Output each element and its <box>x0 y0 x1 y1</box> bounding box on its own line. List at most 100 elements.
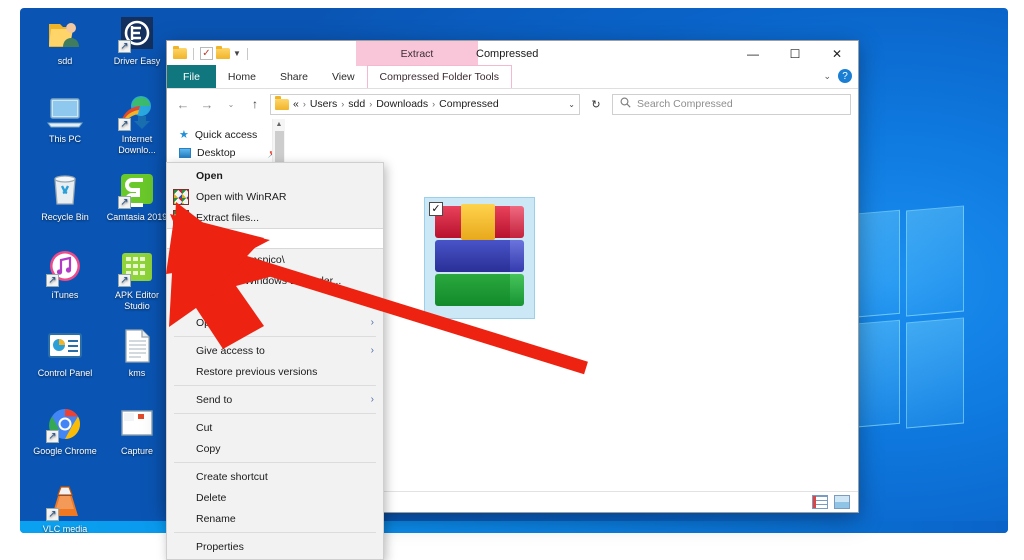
context-menu[interactable]: Open Open with WinRAR Extract files... E… <box>166 162 384 560</box>
menu-item-extract-here[interactable]: Extract Here <box>167 228 383 249</box>
large-icons-view-button[interactable] <box>834 495 850 509</box>
desktop-icon-itunes[interactable]: ↗ iTunes <box>33 249 97 301</box>
menu-item-scan-with-windows-defender[interactable]: Scan with Windows Defender... <box>167 270 383 291</box>
menu-item-open[interactable]: Open <box>167 165 383 186</box>
no-icon <box>173 511 189 527</box>
desktop-icon-label: Driver Easy <box>113 56 161 66</box>
menu-item-restore-previous-versions[interactable]: Restore previous versions <box>167 361 383 382</box>
vlc-media-player-icon: ↗ <box>46 483 84 521</box>
maximize-button[interactable]: ☐ <box>774 41 816 66</box>
desktop-icon-capture[interactable]: Capture <box>105 405 169 457</box>
desktop-icon-driver-easy[interactable]: ↗ Driver Easy <box>105 15 169 67</box>
menu-item-delete[interactable]: Delete <box>167 487 383 508</box>
file-item-kmspico[interactable]: ✓ <box>424 197 535 319</box>
scroll-up-icon[interactable]: ▲ <box>273 119 285 128</box>
no-icon <box>173 469 189 485</box>
archive-band <box>461 204 495 240</box>
desktop-icon-this-pc[interactable]: This PC <box>33 93 97 145</box>
no-icon <box>173 539 189 555</box>
breadcrumb-root[interactable]: « <box>293 98 299 110</box>
breadcrumb-sdd[interactable]: sdd <box>348 98 365 110</box>
breadcrumb-downloads[interactable]: Downloads <box>376 98 428 110</box>
up-button[interactable]: ↑ <box>246 97 264 111</box>
search-input[interactable]: Search Compressed <box>612 93 851 115</box>
menu-item-send-to[interactable]: Send to › <box>167 389 383 410</box>
help-icon[interactable]: ? <box>838 69 852 83</box>
menu-item-extract-files[interactable]: Extract files... <box>167 207 383 228</box>
menu-item-cut[interactable]: Cut <box>167 417 383 438</box>
file-checkbox[interactable]: ✓ <box>429 202 443 216</box>
shortcut-badge: ↗ <box>46 274 59 287</box>
breadcrumb[interactable]: « › Users › sdd › Downloads › Compressed… <box>270 93 580 115</box>
close-button[interactable]: ✕ <box>816 41 858 66</box>
breadcrumb-users[interactable]: Users <box>310 98 337 110</box>
driver-easy-icon: ↗ <box>118 15 156 53</box>
desktop-icon-apk-editor-studio[interactable]: ↗ APK Editor Studio <box>105 249 169 311</box>
folder-icon[interactable] <box>173 45 187 59</box>
menu-item-open-with[interactable]: Open with › <box>167 312 383 333</box>
quick-access-toolbar[interactable]: ✓ ▼ <box>167 45 251 60</box>
forward-button[interactable]: → <box>198 97 216 112</box>
user-folder-icon <box>46 15 84 53</box>
details-view-button[interactable] <box>812 495 828 509</box>
desktop-icon-sdd[interactable]: sdd <box>33 15 97 67</box>
desktop-icon-label: APK Editor Studio <box>114 290 160 311</box>
desktop-icon-control-panel[interactable]: Control Panel <box>33 327 97 379</box>
control-panel-icon <box>46 327 84 365</box>
title-bar[interactable]: ✓ ▼ Extract Compressed — ☐ ✕ <box>167 41 858 66</box>
minimize-button[interactable]: — <box>732 41 774 66</box>
menu-item-properties[interactable]: Properties <box>167 536 383 557</box>
apk-editor-studio-icon: ↗ <box>118 249 156 287</box>
menu-separator <box>174 336 376 337</box>
recycle-bin-icon <box>46 171 84 209</box>
chevron-down-icon[interactable]: ⌄ <box>823 71 831 82</box>
winrar-icon <box>173 251 189 268</box>
tab-compressed-folder-tools[interactable]: Compressed Folder Tools <box>366 65 512 88</box>
menu-item-extract-to-folder[interactable]: Extract to kmspico\ <box>167 249 383 270</box>
star-icon: ★ <box>179 129 189 141</box>
refresh-button[interactable]: ↻ <box>586 98 606 111</box>
ribbon-right-controls[interactable]: ⌄ ? <box>823 69 852 83</box>
nav-item-desktop[interactable]: Desktop 📌 <box>167 144 285 162</box>
window-controls[interactable]: — ☐ ✕ <box>732 41 858 66</box>
menu-separator <box>174 413 376 414</box>
desktop-icon-google-chrome[interactable]: ↗ Google Chrome <box>33 405 97 457</box>
desktop-icon <box>179 148 191 158</box>
ribbon-tab-bar[interactable]: File Home Share View Compressed Folder T… <box>167 65 858 89</box>
internet-download-manager-icon: ↗ <box>118 93 156 131</box>
tab-view[interactable]: View <box>320 65 367 88</box>
no-icon <box>173 392 189 408</box>
back-button[interactable]: ← <box>174 97 192 112</box>
menu-item-open-with-winrar[interactable]: Open with WinRAR <box>167 186 383 207</box>
view-buttons[interactable] <box>812 495 850 509</box>
no-icon <box>173 441 189 457</box>
no-icon <box>173 168 189 184</box>
contextual-tab-header[interactable]: Extract <box>356 41 478 66</box>
desktop-icon-camtasia[interactable]: ↗ Camtasia 2019 <box>105 171 169 223</box>
chevron-right-icon: › <box>370 394 374 405</box>
menu-item-copy[interactable]: Copy <box>167 438 383 459</box>
shortcut-badge: ↗ <box>46 430 59 443</box>
desktop-icon-label: Control Panel <box>37 368 93 378</box>
tab-home[interactable]: Home <box>216 65 268 88</box>
new-folder-icon[interactable] <box>216 45 230 59</box>
customize-qat-icon[interactable]: ▼ <box>233 49 241 58</box>
desktop-icon-recycle-bin[interactable]: Recycle Bin <box>33 171 97 223</box>
chevron-down-icon[interactable]: ⌄ <box>568 100 575 109</box>
breadcrumb-compressed[interactable]: Compressed <box>439 98 499 110</box>
tab-file[interactable]: File <box>167 65 216 88</box>
recent-locations-icon[interactable]: ⌄ <box>222 100 240 109</box>
menu-item-share[interactable]: Share <box>167 291 383 312</box>
nav-item-quick-access[interactable]: ★ Quick access <box>167 125 285 144</box>
menu-item-create-shortcut[interactable]: Create shortcut <box>167 466 383 487</box>
menu-item-give-access-to[interactable]: Give access to › <box>167 340 383 361</box>
menu-item-rename[interactable]: Rename <box>167 508 383 529</box>
desktop-icon-vlc[interactable]: ↗ VLC media <box>33 483 97 533</box>
wallpaper-pane-2 <box>906 205 964 317</box>
tab-share[interactable]: Share <box>268 65 320 88</box>
address-bar[interactable]: ← → ⌄ ↑ « › Users › sdd › Downloads › Co… <box>167 89 858 119</box>
properties-icon[interactable]: ✓ <box>200 47 213 60</box>
window-title: Compressed <box>476 47 539 60</box>
desktop-icon-kms[interactable]: kms <box>105 327 169 379</box>
desktop-icon-internet-download-manager[interactable]: ↗ Internet Downlo... <box>105 93 169 155</box>
